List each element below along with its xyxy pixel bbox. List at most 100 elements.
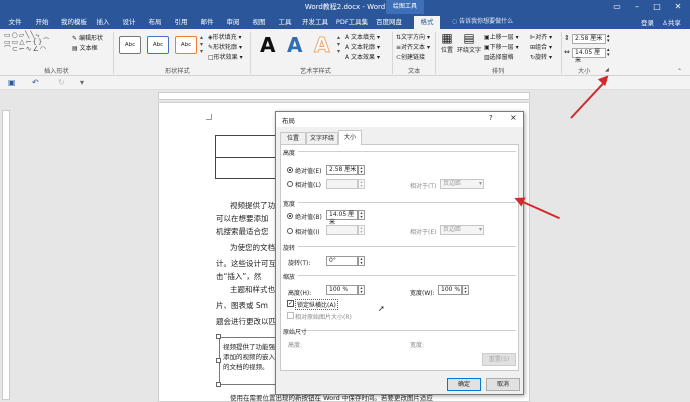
shape-fill-button[interactable]: ◈形状填充 ▾: [208, 32, 242, 41]
original-width-label: 宽度:: [410, 342, 425, 349]
create-link-button[interactable]: ⊂创建链接: [396, 52, 425, 61]
wrap-text-icon: ▤: [463, 31, 475, 45]
shape-height-spin[interactable]: ▴ ▾: [607, 34, 610, 44]
align-button[interactable]: ⊫对齐 ▾: [530, 32, 552, 41]
reset-button[interactable]: 重置(S): [482, 353, 516, 366]
shape-style-scroll[interactable]: ▴ ▾ ▾: [200, 34, 203, 55]
height-relative-spin[interactable]: ▴ ▾: [358, 179, 365, 189]
cancel-button[interactable]: 取消: [486, 378, 520, 391]
bring-forward-button[interactable]: ▣上移一层 ▾: [484, 32, 519, 41]
tab-9[interactable]: 视图: [248, 16, 270, 29]
resize-handle[interactable]: [216, 382, 221, 387]
shape-outline-button[interactable]: ✎形状轮廓 ▾: [208, 42, 242, 51]
resize-handle[interactable]: [216, 334, 221, 339]
shape-gallery[interactable]: ▭○▱╲╲⤷ ▭▭△⌐{}⁀ ⌒⊂⌐∿∠◠: [4, 32, 72, 53]
wordart-style-3[interactable]: A: [313, 33, 330, 58]
edit-shape-button[interactable]: ✎ 编辑形状: [72, 33, 103, 42]
scale-width-input[interactable]: 100 %: [438, 285, 462, 295]
redo-icon[interactable]: ↻: [58, 78, 65, 87]
tab-0[interactable]: 文件: [4, 16, 26, 29]
text-group-label: 文本: [408, 68, 421, 75]
text-outline-icon: A: [345, 44, 350, 51]
text-effects-button[interactable]: A 文本效果 ▾: [345, 52, 380, 61]
minimize-icon[interactable]: –: [628, 0, 646, 14]
selection-pane-button[interactable]: ▥选择窗格: [484, 52, 514, 61]
group-button[interactable]: ⊞组合 ▾: [530, 42, 552, 51]
tab-10[interactable]: 工具: [274, 16, 296, 29]
height-absolute-spin[interactable]: ▴ ▾: [358, 165, 365, 175]
relative-original-checkbox[interactable]: [287, 312, 294, 319]
original-height-label: 高度:: [288, 342, 303, 349]
tab-4[interactable]: 设计: [118, 16, 140, 29]
align-text-button[interactable]: ≡对齐文本 ▾: [396, 42, 430, 51]
rotate-spin[interactable]: ▴ ▾: [358, 256, 365, 266]
dialog-tab-size[interactable]: 大小: [338, 130, 362, 145]
height-absolute-input[interactable]: 2.58 厘米: [326, 165, 358, 175]
tab-2[interactable]: 我的模板: [58, 16, 90, 29]
width-relative-input[interactable]: [326, 225, 358, 235]
height-absolute-radio[interactable]: [287, 167, 293, 173]
tab-3[interactable]: 插入: [92, 16, 114, 29]
login-link[interactable]: 登录: [641, 17, 654, 27]
close-icon[interactable]: ✕: [669, 0, 687, 14]
ok-button[interactable]: 确定: [447, 378, 481, 391]
height-relative-to-select[interactable]: 页边距 ▾: [440, 179, 484, 189]
tab-7[interactable]: 邮件: [196, 16, 218, 29]
maximize-icon[interactable]: □: [648, 0, 666, 14]
shape-width-spin[interactable]: ▴ ▾: [607, 48, 610, 58]
rotate-input[interactable]: 0°: [326, 256, 358, 266]
tab-11[interactable]: 开发工具: [300, 16, 330, 29]
tab-13[interactable]: 百度网盘: [374, 16, 404, 29]
dialog-help-button[interactable]: ?: [489, 114, 493, 122]
tab-12[interactable]: PDF工具集: [334, 16, 370, 29]
tab-8[interactable]: 审阅: [222, 16, 244, 29]
text-direction-button[interactable]: ⇅文字方向 ▾: [396, 32, 430, 41]
tell-me-search[interactable]: ◌ 告诉我你想要做什么: [452, 16, 513, 28]
dialog-close-button[interactable]: ×: [510, 113, 517, 122]
shape-effects-button[interactable]: □形状效果 ▾: [208, 52, 243, 61]
send-backward-button[interactable]: ▣下移一层 ▾: [484, 42, 519, 51]
undo-icon[interactable]: ↶: [32, 78, 39, 87]
collapse-ribbon-icon[interactable]: ⌃: [677, 68, 682, 75]
width-absolute-input[interactable]: 14.05 厘米: [326, 210, 358, 226]
tab-6[interactable]: 引用: [170, 16, 192, 29]
width-relative-spin[interactable]: ▴ ▾: [358, 225, 365, 235]
scale-height-input[interactable]: 100 %: [326, 285, 358, 295]
shape-style-3[interactable]: Abc: [175, 36, 197, 54]
qat-customize-icon[interactable]: ▾: [80, 78, 84, 87]
shape-style-2[interactable]: Abc: [147, 36, 169, 54]
width-absolute-spin[interactable]: ▴ ▾: [358, 210, 365, 220]
shape-width-input[interactable]: 14.05 厘米: [572, 48, 606, 64]
text-outline-button[interactable]: A 文本轮廓 ▾: [345, 42, 380, 51]
position-button[interactable]: ▦ 位置: [438, 31, 456, 54]
position-icon: ▦: [441, 31, 453, 45]
dialog-tab-position[interactable]: 位置: [280, 132, 306, 144]
wordart-scroll[interactable]: ▴ ▾ ▾: [337, 34, 340, 55]
rotate-button[interactable]: ↻旋转 ▾: [530, 52, 552, 61]
width-absolute-radio[interactable]: [287, 213, 293, 219]
textbox-button[interactable]: ▤ 文本框: [72, 43, 98, 52]
save-icon[interactable]: ▣: [8, 78, 16, 87]
shape-height-input[interactable]: 2.58 厘米: [572, 34, 606, 44]
horizontal-ruler[interactable]: [158, 92, 530, 100]
height-relative-input[interactable]: [326, 179, 358, 189]
wordart-style-2[interactable]: A: [287, 33, 302, 57]
width-relative-to-select[interactable]: 页边距 ▾: [440, 225, 484, 235]
ribbon-display-icon[interactable]: ▭: [608, 0, 626, 14]
vertical-ruler[interactable]: [2, 110, 10, 400]
height-relative-radio[interactable]: [287, 181, 293, 187]
wordart-style-1[interactable]: A: [260, 33, 275, 57]
tab-1[interactable]: 开始: [30, 16, 54, 29]
share-button[interactable]: ♙共享: [662, 17, 681, 27]
lock-aspect-checkbox[interactable]: ✓: [287, 300, 294, 307]
tab-5[interactable]: 布局: [144, 16, 166, 29]
tab-14[interactable]: 格式: [414, 16, 440, 29]
scale-width-spin[interactable]: ▴ ▾: [462, 285, 469, 295]
resize-handle[interactable]: [216, 358, 221, 363]
width-relative-radio[interactable]: [287, 228, 293, 234]
shape-style-1[interactable]: Abc: [119, 36, 141, 54]
text-fill-button[interactable]: A 文本填充 ▾: [345, 32, 380, 41]
dialog-tab-wrap[interactable]: 文字环绕: [306, 132, 338, 144]
scale-height-spin[interactable]: ▴ ▾: [358, 285, 365, 295]
wrap-text-button[interactable]: ▤ 环绕文字: [456, 31, 482, 54]
